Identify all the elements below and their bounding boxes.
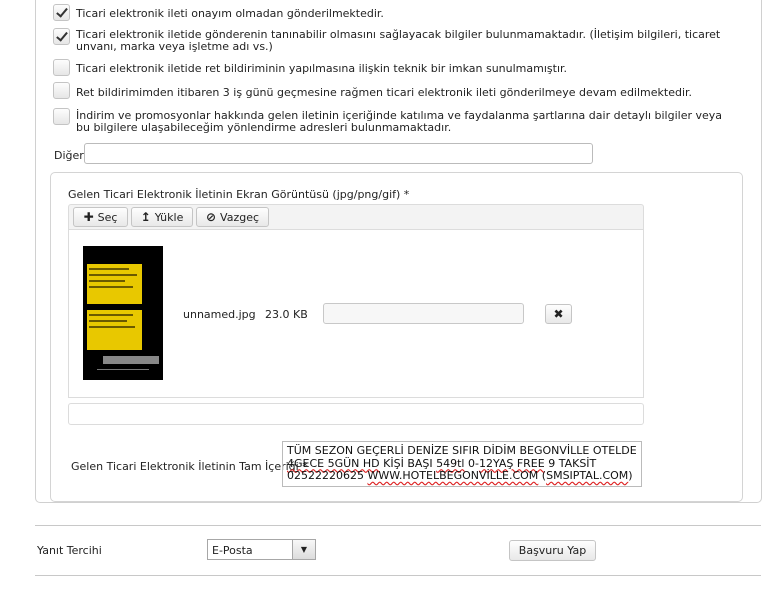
choose-button[interactable]: ✚ Seç	[73, 207, 128, 227]
remove-file-button[interactable]: ✖	[545, 304, 572, 324]
cancel-circle-icon: ⊘	[205, 210, 217, 224]
checkbox-label: Ticari elektronik ileti onayım olmadan g…	[76, 7, 384, 20]
diger-label: Diğer	[54, 149, 84, 162]
checkbox-label: Ticari elektronik iletide ret bildirimin…	[76, 62, 568, 75]
checkbox-continued-after-opt-out[interactable]	[53, 82, 70, 99]
plus-icon: ✚	[83, 210, 94, 224]
upload-label: Gelen Ticari Elektronik İletinin Ekran G…	[68, 188, 410, 201]
checkbox-row-continued-after-opt-out[interactable]: Ret bildirimimden itibaren 3 iş günü geç…	[53, 82, 736, 99]
upload-arrow-icon: ↥	[140, 210, 151, 224]
total-progress-bar	[68, 403, 644, 425]
checkbox-label: Ticari elektronik iletide gönderenin tan…	[76, 28, 721, 53]
checkbox-row-unconsented[interactable]: Ticari elektronik ileti onayım olmadan g…	[53, 4, 736, 21]
diger-input[interactable]	[84, 143, 593, 164]
choose-button-label: Seç	[97, 210, 118, 224]
file-size: 23.0 KB	[265, 308, 308, 321]
checkbox-label: İndirim ve promosyonlar hakkında gelen i…	[76, 109, 723, 134]
divider	[35, 525, 761, 526]
checkbox-no-opt-out[interactable]	[53, 59, 70, 76]
submit-application-button[interactable]: Başvuru Yap	[509, 540, 596, 561]
content-textarea[interactable]: TÜM SEZON GEÇERLİ DENİZE SIFIR DİDİM BEG…	[282, 441, 642, 487]
cancel-upload-button[interactable]: ⊘ Vazgeç	[196, 207, 269, 227]
checkbox-row-sender-unidentified[interactable]: Ticari elektronik iletide gönderenin tan…	[53, 28, 736, 53]
close-icon: ✖	[553, 307, 564, 321]
cancel-upload-button-label: Vazgeç	[220, 210, 260, 224]
reply-preference-label: Yanıt Tercihi	[37, 544, 102, 557]
divider	[35, 575, 761, 576]
file-progress-bar	[323, 303, 524, 324]
checkbox-row-no-opt-out[interactable]: Ticari elektronik iletide ret bildirimin…	[53, 59, 736, 76]
checkbox-unconsented[interactable]	[53, 4, 70, 21]
upload-button[interactable]: ↥ Yükle	[131, 207, 193, 227]
chevron-down-icon[interactable]: ▼	[292, 540, 315, 559]
content-label: Gelen Ticari Elektronik İletinin Tam İçe…	[71, 460, 308, 473]
reply-preference-select[interactable]: E-Posta ▼	[207, 539, 316, 560]
submit-button-label: Başvuru Yap	[518, 544, 587, 557]
reply-preference-value: E-Posta	[212, 544, 253, 557]
upload-button-label: Yükle	[154, 210, 184, 224]
screenshot-thumbnail-image	[83, 246, 163, 380]
file-name: unnamed.jpg	[183, 308, 256, 321]
checkbox-sender-unidentified[interactable]	[53, 28, 70, 45]
checkbox-row-promotion-details-missing[interactable]: İndirim ve promosyonlar hakkında gelen i…	[53, 108, 736, 134]
checkbox-label: Ret bildirimimden itibaren 3 iş günü geç…	[76, 86, 693, 99]
checkbox-promotion-details-missing[interactable]	[53, 108, 70, 125]
